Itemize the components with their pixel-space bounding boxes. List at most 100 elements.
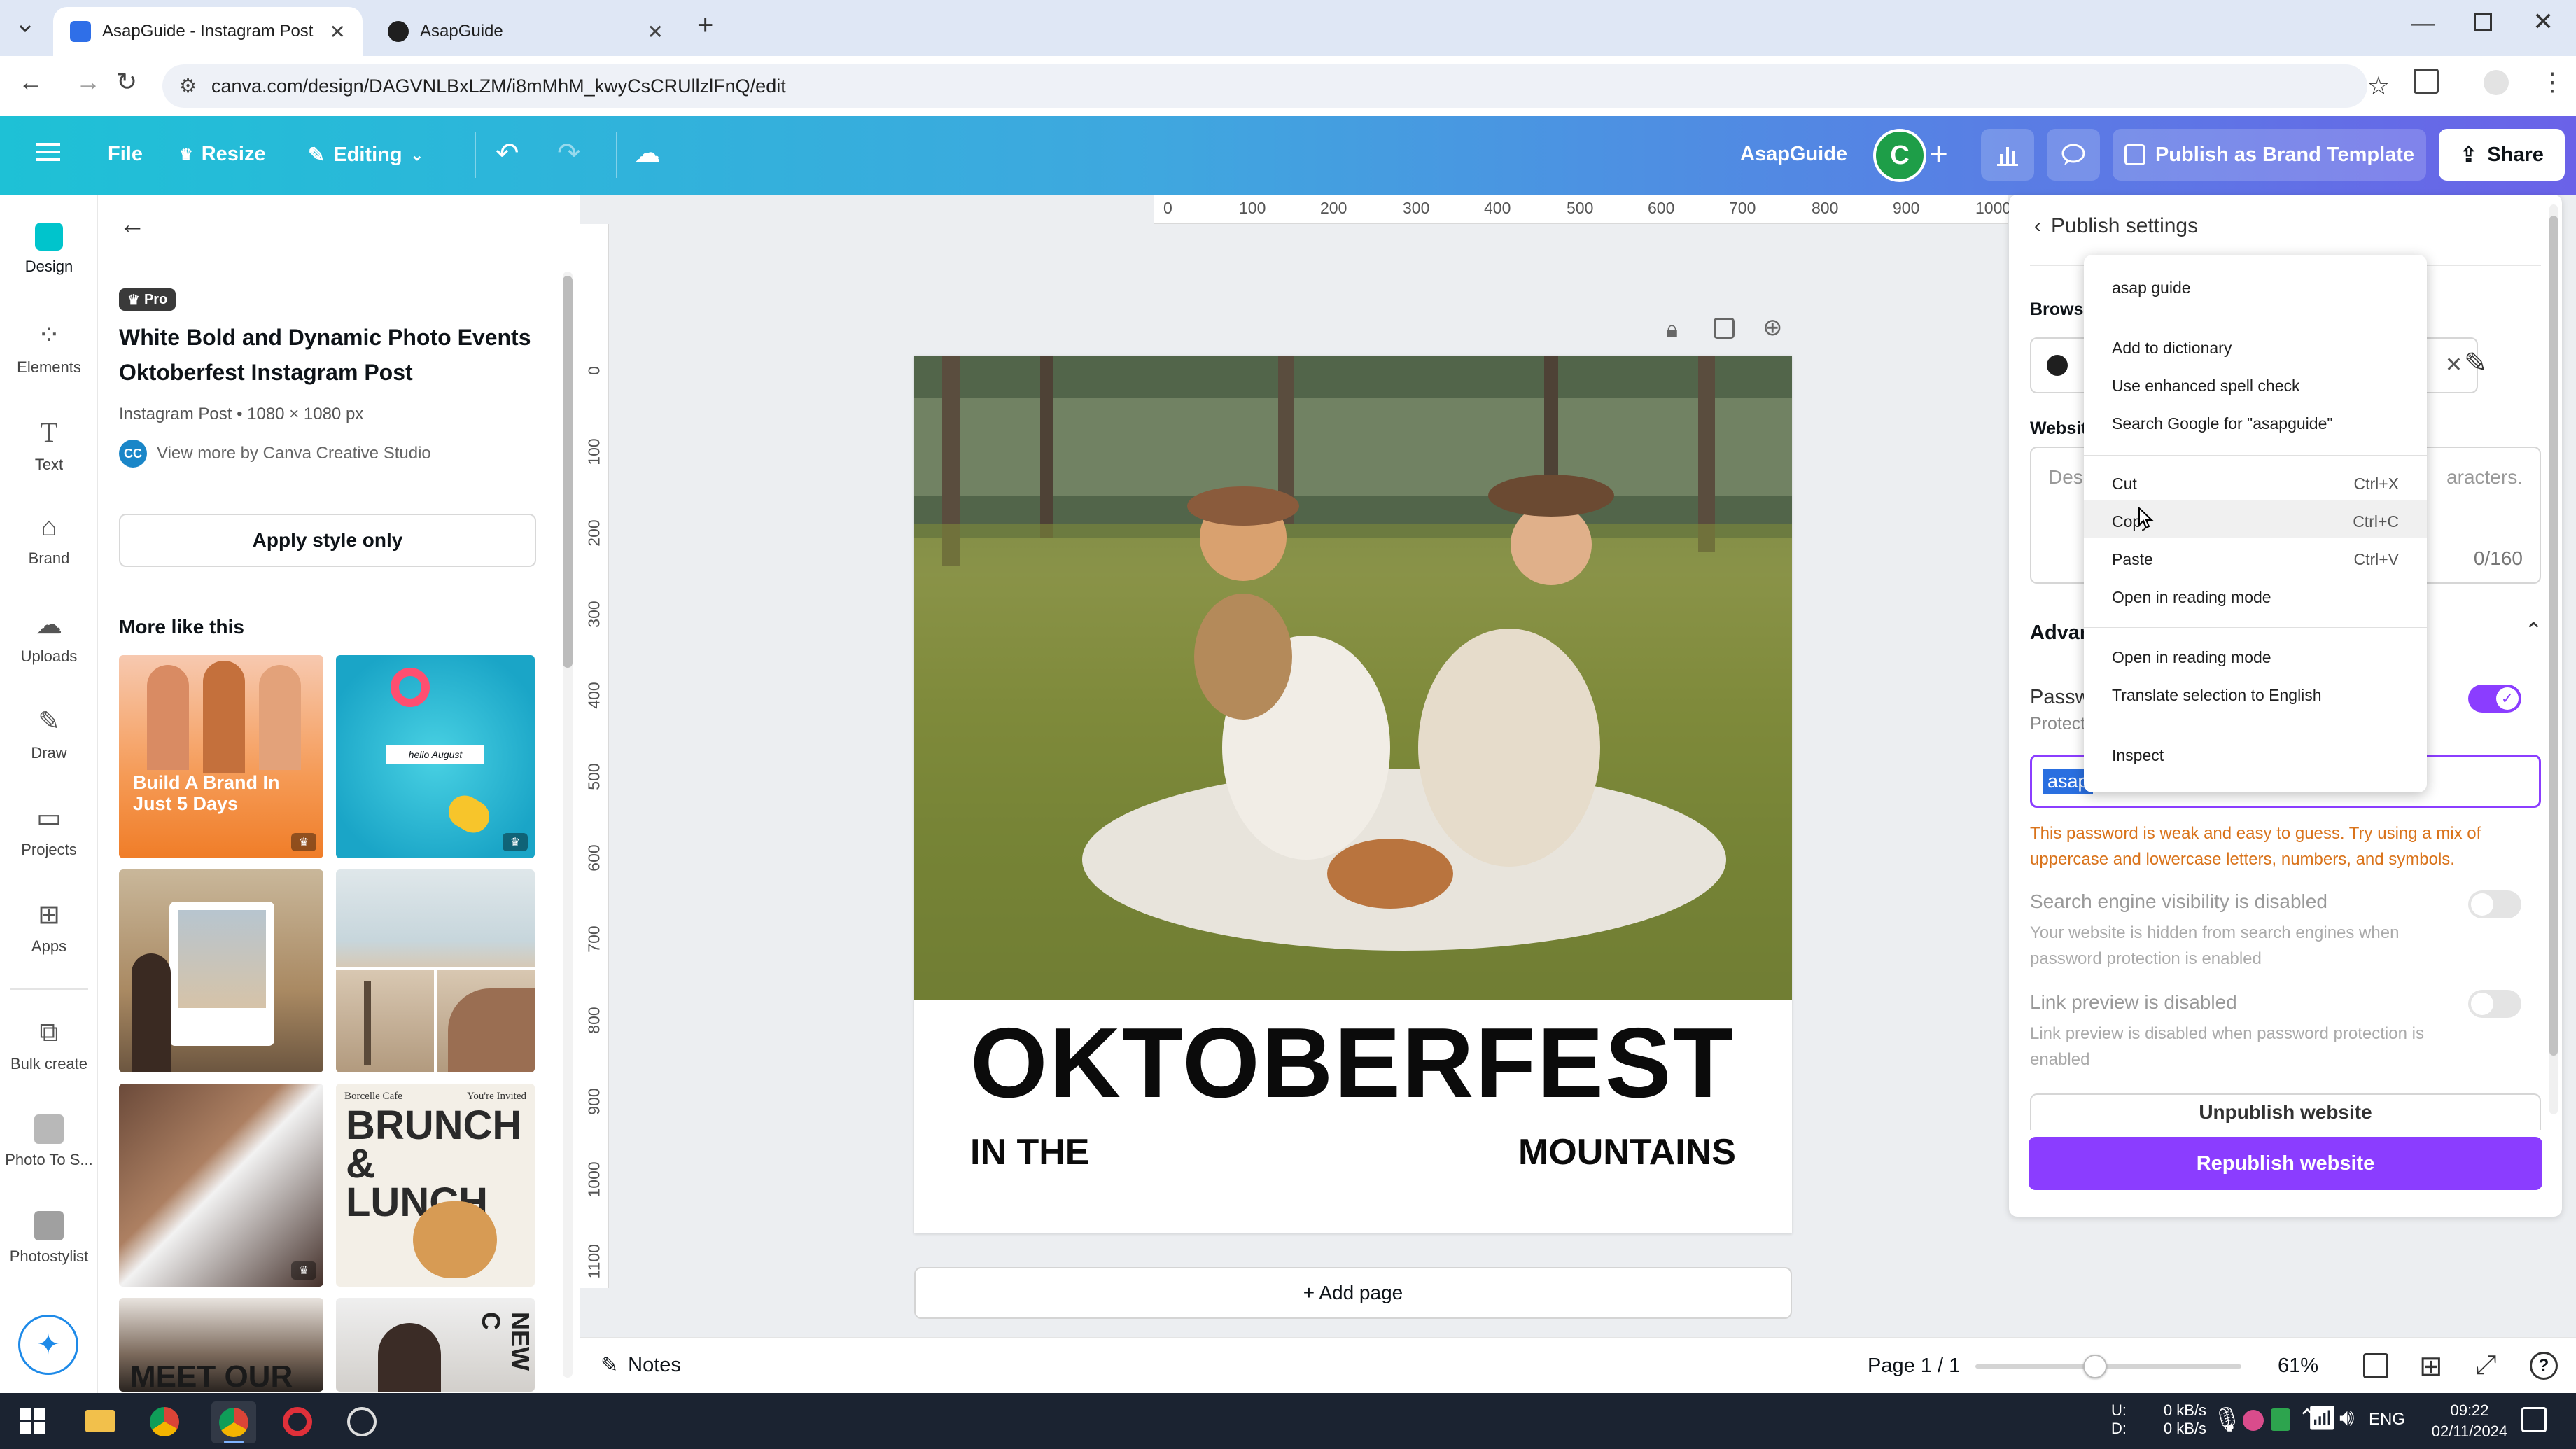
- menu-item-reading-mode-2[interactable]: Open in reading mode: [2112, 648, 2272, 667]
- tab-close-icon[interactable]: ✕: [330, 20, 346, 43]
- project-name[interactable]: AsapGuide: [1740, 143, 1847, 166]
- back-arrow-icon[interactable]: ←: [119, 210, 146, 240]
- main-menu-icon[interactable]: [36, 141, 60, 162]
- search-visibility-toggle[interactable]: [2468, 890, 2521, 918]
- sub-right-text[interactable]: MOUNTAINS: [1518, 1131, 1736, 1173]
- rail-text[interactable]: T Text: [0, 416, 98, 474]
- profile-avatar[interactable]: [2484, 70, 2509, 95]
- menu-item-inspect[interactable]: Inspect: [2112, 746, 2164, 765]
- forward-icon[interactable]: →: [76, 67, 101, 97]
- menu-item-search-google[interactable]: Search Google for "asapguide": [2112, 414, 2333, 433]
- rail-photostylist[interactable]: Photostylist: [0, 1211, 98, 1266]
- tray-app-icon[interactable]: [2243, 1410, 2264, 1431]
- site-info-icon[interactable]: ⚙: [179, 74, 197, 97]
- wifi-icon[interactable]: 📶︎: [2307, 1404, 2337, 1432]
- analytics-button[interactable]: [1981, 129, 2034, 181]
- cloud-save-icon[interactable]: ☁: [634, 137, 661, 169]
- menu-item-translate[interactable]: Translate selection to English: [2112, 686, 2322, 705]
- apply-style-button[interactable]: Apply style only: [119, 514, 536, 567]
- password-toggle[interactable]: ✓: [2468, 685, 2521, 713]
- url-input[interactable]: ⚙ canva.com/design/DAGVNLBxLZM/i8mMhM_kw…: [162, 64, 2390, 108]
- recorder-icon[interactable]: [283, 1407, 312, 1436]
- notifications-icon[interactable]: [2521, 1407, 2547, 1432]
- creator-link[interactable]: CC View more by Canva Creative Studio: [119, 440, 431, 468]
- tab-asapguide[interactable]: AsapGuide ✕: [371, 7, 680, 56]
- republish-button[interactable]: Republish website: [2029, 1137, 2542, 1190]
- unpublish-button[interactable]: Unpublish website: [2030, 1093, 2541, 1130]
- rail-uploads[interactable]: ☁ Uploads: [0, 609, 98, 666]
- tab-search-icon[interactable]: [13, 15, 38, 41]
- zoom-slider-track[interactable]: [1975, 1364, 2241, 1368]
- menu-item-cut[interactable]: Cut: [2112, 475, 2137, 493]
- tab-asapguide-instagram[interactable]: AsapGuide - Instagram Post ✕: [53, 7, 363, 56]
- lock-icon[interactable]: 🔒︎: [1666, 316, 1678, 343]
- publish-brand-template-button[interactable]: Publish as Brand Template: [2113, 129, 2426, 181]
- window-close-icon[interactable]: ✕: [2533, 7, 2554, 36]
- publish-scrollbar-thumb[interactable]: [2549, 216, 2558, 1056]
- notes-button[interactable]: ✎ Notes: [601, 1353, 681, 1378]
- volume-icon[interactable]: 🔊︎: [2339, 1404, 2354, 1432]
- chrome-icon[interactable]: [150, 1407, 179, 1436]
- template-thumb-3[interactable]: [119, 869, 323, 1072]
- menu-item-reading-mode[interactable]: Open in reading mode: [2112, 588, 2272, 607]
- publish-back-button[interactable]: ‹ Publish settings: [2034, 214, 2198, 238]
- editing-mode-dropdown[interactable]: ✎ Editing ⌄: [308, 143, 424, 167]
- menu-item-paste[interactable]: Paste: [2112, 550, 2153, 569]
- taskbar-active-app[interactable]: [211, 1401, 256, 1443]
- extensions-icon[interactable]: [2414, 69, 2439, 94]
- headline-text[interactable]: OKTOBERFEST: [970, 1014, 1735, 1113]
- magic-assistant-icon[interactable]: ✦: [18, 1315, 78, 1375]
- rail-brand[interactable]: ⌂ Brand: [0, 512, 98, 568]
- template-thumb-7[interactable]: MEET OUR: [119, 1298, 323, 1392]
- invite-plus-icon[interactable]: +: [1929, 134, 1948, 172]
- menu-item-add-dictionary[interactable]: Add to dictionary: [2112, 339, 2232, 358]
- reload-icon[interactable]: ↻: [116, 67, 137, 97]
- menu-item-suggestion[interactable]: asap guide: [2112, 279, 2191, 298]
- file-explorer-icon[interactable]: [85, 1410, 115, 1432]
- collapse-advanced-icon[interactable]: ⌃: [2524, 617, 2543, 644]
- rail-draw[interactable]: ✎ Draw: [0, 706, 98, 762]
- help-icon[interactable]: ?: [2530, 1352, 2558, 1380]
- bookmark-star-icon[interactable]: ☆: [2367, 71, 2390, 101]
- rail-bulk-create[interactable]: ⧉ Bulk create: [0, 1018, 98, 1073]
- menu-item-enhanced-spell[interactable]: Use enhanced spell check: [2112, 377, 2300, 396]
- user-avatar[interactable]: C: [1873, 129, 1926, 182]
- picnic-photo[interactable]: [914, 356, 1792, 1000]
- zoom-slider-handle[interactable]: [2083, 1354, 2107, 1378]
- redo-icon[interactable]: ↷: [557, 137, 581, 169]
- panel-scrollbar-thumb[interactable]: [563, 276, 573, 668]
- obs-icon[interactable]: [347, 1407, 377, 1436]
- template-thumb-4[interactable]: [336, 869, 535, 1072]
- windows-start-icon[interactable]: [20, 1408, 45, 1434]
- rail-elements[interactable]: ⁘ Elements: [0, 319, 98, 377]
- clock[interactable]: 09:22 02/11/2024: [2429, 1400, 2510, 1441]
- link-preview-toggle[interactable]: [2468, 990, 2521, 1018]
- comments-button[interactable]: [2047, 129, 2100, 181]
- template-thumb-5[interactable]: ♛: [119, 1084, 323, 1287]
- template-thumb-1[interactable]: Build A Brand In Just 5 Days ♛: [119, 655, 323, 858]
- add-page-icon[interactable]: ⊕: [1763, 314, 1783, 342]
- rail-photo-to-sketch[interactable]: Photo To S...: [0, 1114, 98, 1169]
- template-thumb-8[interactable]: NEW C: [336, 1298, 535, 1392]
- language-indicator[interactable]: ENG: [2369, 1410, 2405, 1429]
- template-thumb-2[interactable]: hello August ♛: [336, 655, 535, 858]
- rail-design[interactable]: Design: [0, 223, 98, 276]
- minimize-icon[interactable]: —: [2411, 10, 2435, 37]
- grid-view-icon[interactable]: ⊞: [2419, 1350, 2443, 1382]
- undo-icon[interactable]: ↶: [496, 137, 519, 169]
- page-view-icon[interactable]: [2363, 1353, 2388, 1378]
- design-page[interactable]: OKTOBERFEST IN THE MOUNTAINS: [914, 356, 1792, 1233]
- duplicate-page-icon[interactable]: [1714, 318, 1735, 339]
- tab-close-icon[interactable]: ✕: [648, 20, 664, 43]
- microphone-icon[interactable]: 🎙︎: [2212, 1406, 2242, 1434]
- browser-menu-icon[interactable]: ⋮: [2540, 67, 2565, 97]
- remove-favicon-icon[interactable]: ✕: [2445, 353, 2463, 377]
- fullscreen-icon[interactable]: ⤢: [2475, 1350, 2496, 1380]
- new-tab-icon[interactable]: +: [697, 10, 713, 41]
- page-indicator[interactable]: Page 1 / 1: [1868, 1354, 1960, 1378]
- file-menu[interactable]: File: [108, 143, 143, 166]
- add-page-button[interactable]: + Add page: [914, 1267, 1792, 1319]
- zoom-level[interactable]: 61%: [2278, 1354, 2318, 1378]
- back-icon[interactable]: ←: [18, 67, 43, 97]
- tray-app-icon[interactable]: [2271, 1408, 2290, 1431]
